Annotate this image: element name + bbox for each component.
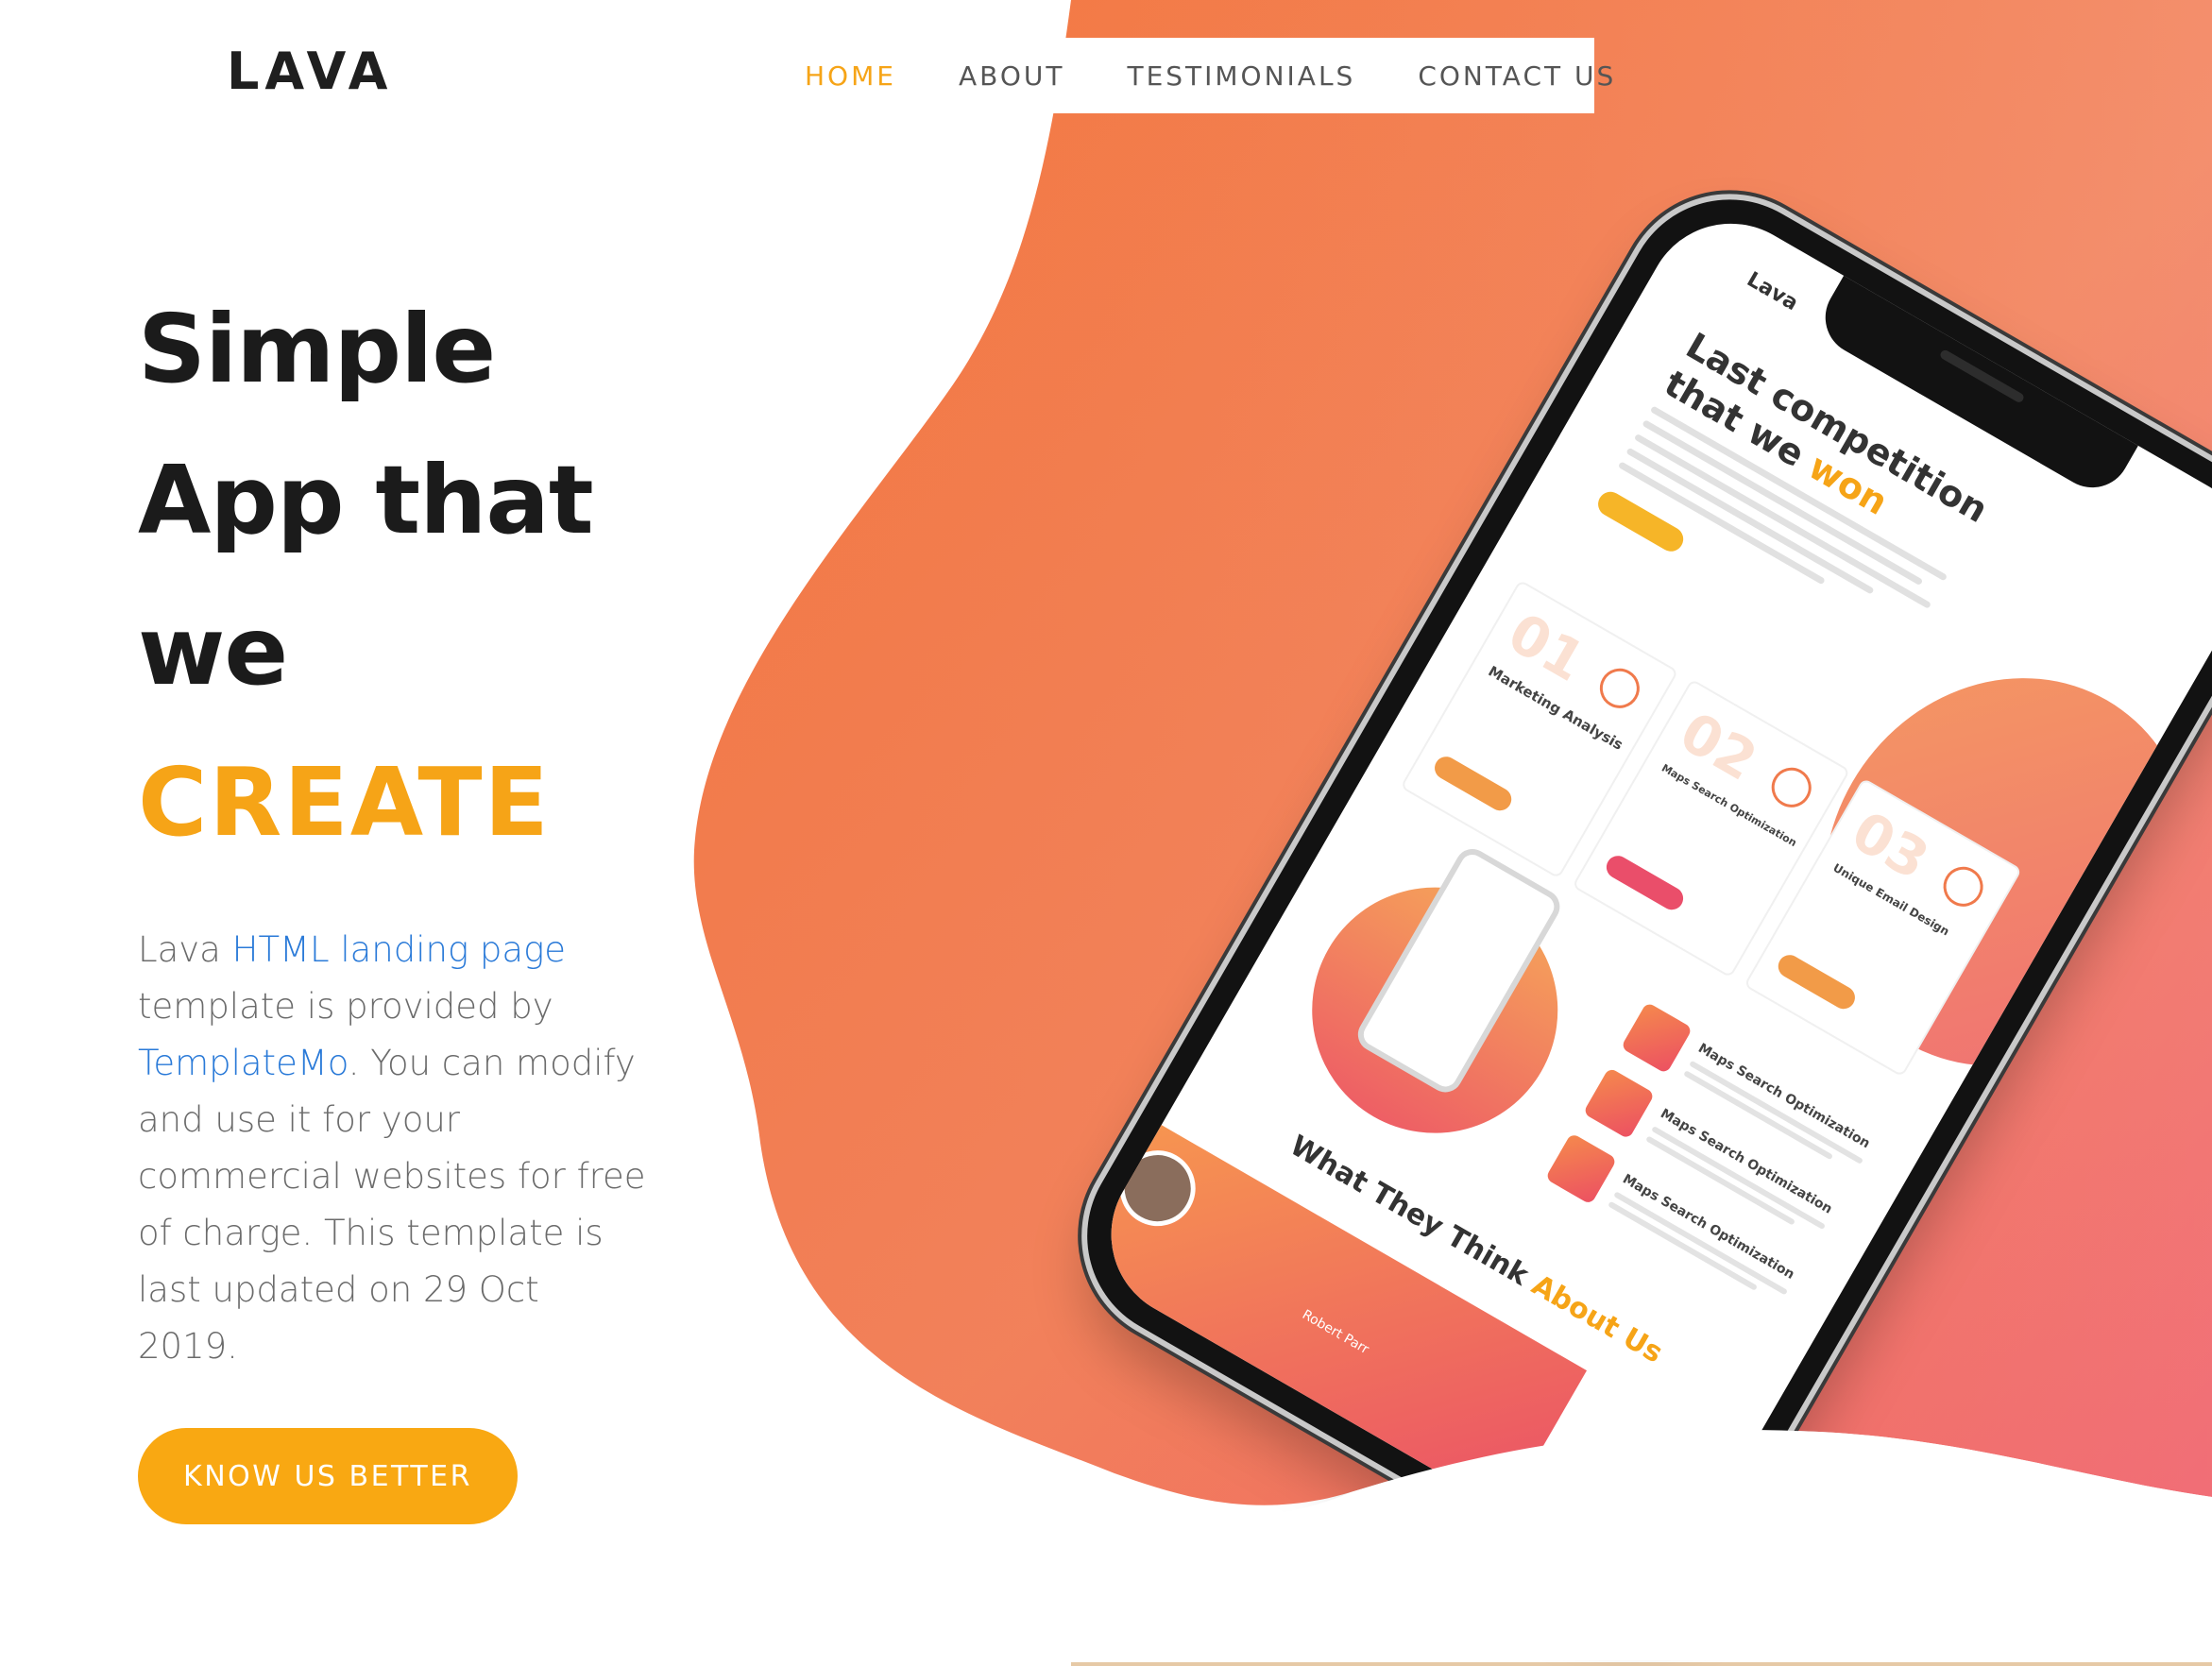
hero-description: Lava HTML landing page template is provi… (138, 922, 648, 1375)
main-nav: HOME ABOUT TESTIMONIALS CONTACT US (774, 38, 1613, 113)
card-button (1774, 950, 1860, 1013)
templatemo-link[interactable]: TemplateMo (138, 1043, 349, 1083)
headline-accent: CREATE (138, 747, 551, 858)
card-button (1602, 851, 1688, 914)
phone-screen: Lava Last competition that we won 01 Mar… (1080, 192, 2212, 1603)
headline-line-2: App that (138, 445, 594, 555)
know-us-better-button[interactable]: KNOW US BETTER (138, 1428, 518, 1524)
feature-icon (1544, 1132, 1618, 1205)
landing-page: LAVA HOME ABOUT TESTIMONIALS CONTACT US … (0, 0, 2212, 1666)
nav-contact-us[interactable]: CONTACT US (1418, 60, 1616, 92)
headline-line-3: we (138, 596, 288, 706)
screen-logo: Lava (1743, 267, 1802, 316)
phone-device: Lava Last competition that we won 01 Mar… (1048, 162, 2212, 1633)
card-button (1430, 752, 1516, 815)
nav-about[interactable]: ABOUT (959, 60, 1065, 92)
rocket-icon (1764, 760, 1819, 815)
feature-icon (1620, 1001, 1693, 1075)
envelope-icon (1935, 859, 1991, 914)
desc-text-3: . You can modify and use it for your com… (138, 1043, 646, 1367)
nav-home[interactable]: HOME (805, 60, 896, 92)
html-landing-page-link[interactable]: HTML landing page (232, 929, 566, 970)
desc-text-1: Lava (138, 929, 232, 970)
feature-icon (1582, 1067, 1656, 1140)
target-icon (1592, 661, 1647, 716)
desc-text-2: template is provided by (138, 986, 553, 1027)
site-logo[interactable]: LAVA (227, 42, 393, 101)
headline-line-1: Simple (138, 294, 496, 404)
nav-testimonials[interactable]: TESTIMONIALS (1127, 60, 1355, 92)
phone-mockup: Lava Last competition that we won 01 Mar… (982, 142, 2212, 1633)
hero-headline: Simple App that we CREATE (138, 274, 667, 878)
